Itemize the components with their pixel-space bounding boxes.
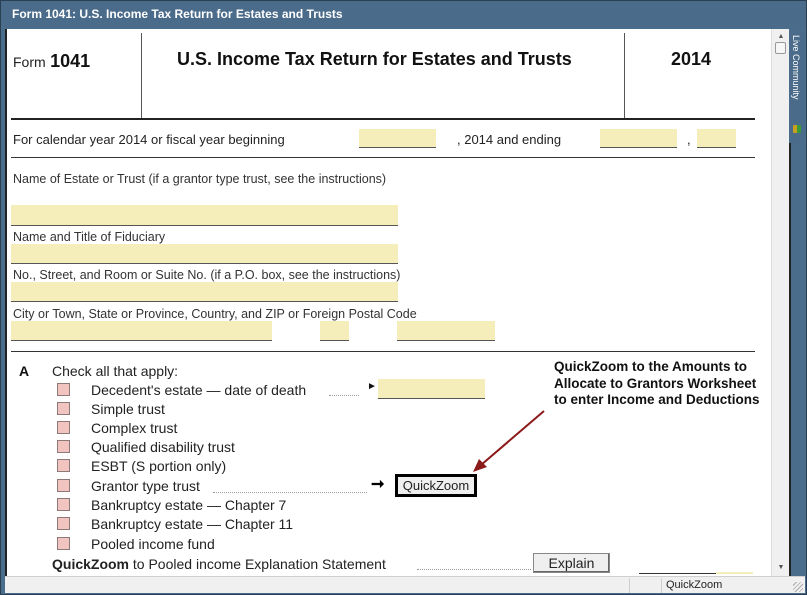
section-a-heading: Check all that apply:	[52, 363, 179, 379]
checkbox-grantor-type-trust[interactable]	[57, 479, 70, 492]
checkbox-qualified-disability-trust[interactable]	[57, 440, 70, 453]
resize-grip-icon[interactable]	[793, 582, 803, 592]
checkbox-complex-trust[interactable]	[57, 421, 70, 434]
label-pooled-income-fund: Pooled income fund	[91, 536, 215, 552]
header-divider-right	[624, 33, 625, 119]
state-input[interactable]	[320, 321, 349, 341]
fiduciary-label: Name and Title of Fiduciary	[13, 230, 166, 244]
right-arrow-icon: ➞	[371, 476, 385, 493]
zip-input[interactable]	[397, 321, 495, 341]
city-label: City or Town, State or Province, Country…	[13, 307, 417, 321]
status-mode: QuickZoom	[661, 578, 787, 593]
window-edge	[789, 143, 791, 576]
grantor-quickzoom-button[interactable]: QuickZoom	[395, 474, 477, 497]
address-bottom-rule	[11, 351, 755, 352]
community-icon	[793, 125, 801, 133]
label-esbt: ESBT (S portion only)	[91, 458, 227, 474]
form-title: U.S. Income Tax Return for Estates and T…	[177, 49, 572, 69]
label-bankruptcy-ch11: Bankruptcy estate — Chapter 11	[91, 516, 294, 532]
city-input[interactable]	[11, 321, 272, 341]
label-grantor-type-trust: Grantor type trust	[91, 478, 200, 494]
checkbox-bankruptcy-ch7[interactable]	[57, 498, 70, 511]
checkbox-esbt[interactable]	[57, 459, 70, 472]
app-window: Form 1041: U.S. Income Tax Return for Es…	[0, 0, 807, 595]
period-comma: ,	[687, 132, 691, 147]
annotation-arrow-icon	[473, 410, 545, 472]
form-number-block: Form 1041	[13, 51, 90, 72]
section-a-letter: A	[19, 363, 30, 379]
live-community-tab[interactable]: Live Community	[790, 31, 804, 143]
explain-button[interactable]: Explain	[533, 553, 610, 573]
period-and-ending-label: , 2014 and ending	[457, 132, 562, 147]
live-community-label: Live Community	[791, 35, 801, 100]
pointer-arrow-icon: ►	[367, 381, 377, 392]
tax-year: 2014	[671, 49, 712, 69]
dot-leader	[329, 395, 359, 396]
checkbox-decedents-estate[interactable]	[57, 383, 70, 396]
scroll-thumb[interactable]	[775, 42, 786, 54]
fiscal-end-input[interactable]	[600, 129, 677, 148]
vertical-scrollbar[interactable]: ▲ ▼	[771, 29, 789, 576]
street-label: No., Street, and Room or Suite No. (if a…	[13, 268, 401, 282]
dot-leader	[213, 492, 367, 493]
checkbox-simple-trust[interactable]	[57, 402, 70, 415]
checkbox-pooled-income-fund[interactable]	[57, 537, 70, 550]
fiscal-begin-input[interactable]	[359, 129, 436, 148]
fiduciary-input[interactable]	[11, 244, 398, 264]
label-simple-trust: Simple trust	[91, 401, 165, 417]
form-prefix: Form	[13, 54, 46, 70]
estate-name-label: Name of Estate or Trust (if a grantor ty…	[13, 172, 387, 186]
annotation-callout: QuickZoom to the Amounts to Allocate to …	[554, 359, 760, 407]
estate-name-input[interactable]	[11, 205, 398, 226]
checkbox-bankruptcy-ch11[interactable]	[57, 517, 70, 530]
header-bottom-rule	[11, 118, 755, 120]
annotation-arrow-shaft	[480, 410, 545, 466]
fiscal-end-year-input[interactable]	[697, 129, 736, 148]
amount-underline	[639, 573, 716, 574]
label-bankruptcy-ch7: Bankruptcy estate — Chapter 7	[91, 497, 287, 513]
label-decedents-estate: Decedent's estate — date of death	[91, 382, 307, 398]
pooled-quickzoom-link[interactable]: QuickZoom to Pooled income Explanation S…	[52, 556, 386, 572]
scroll-down-icon[interactable]: ▼	[776, 563, 786, 573]
amount-field-edge[interactable]	[716, 572, 753, 574]
period-bottom-rule	[11, 157, 755, 158]
date-of-death-input[interactable]	[378, 379, 485, 399]
dot-leader	[417, 569, 531, 570]
period-label: For calendar year 2014 or fiscal year be…	[13, 132, 285, 147]
label-complex-trust: Complex trust	[91, 420, 178, 436]
scroll-up-icon[interactable]: ▲	[776, 32, 786, 42]
status-cell-empty	[629, 578, 661, 593]
form-page: Form 1041 U.S. Income Tax Return for Est…	[5, 29, 771, 576]
form-number: 1041	[50, 51, 91, 71]
pooled-quickzoom-prefix: QuickZoom	[52, 556, 130, 572]
label-qualified-disability-trust: Qualified disability trust	[91, 439, 235, 455]
pooled-quickzoom-text: to Pooled income Explanation Statement	[129, 556, 386, 572]
header-divider-left	[141, 33, 142, 119]
status-bar: QuickZoom	[5, 576, 805, 593]
street-input[interactable]	[11, 282, 398, 302]
window-title: Form 1041: U.S. Income Tax Return for Es…	[1, 1, 806, 27]
